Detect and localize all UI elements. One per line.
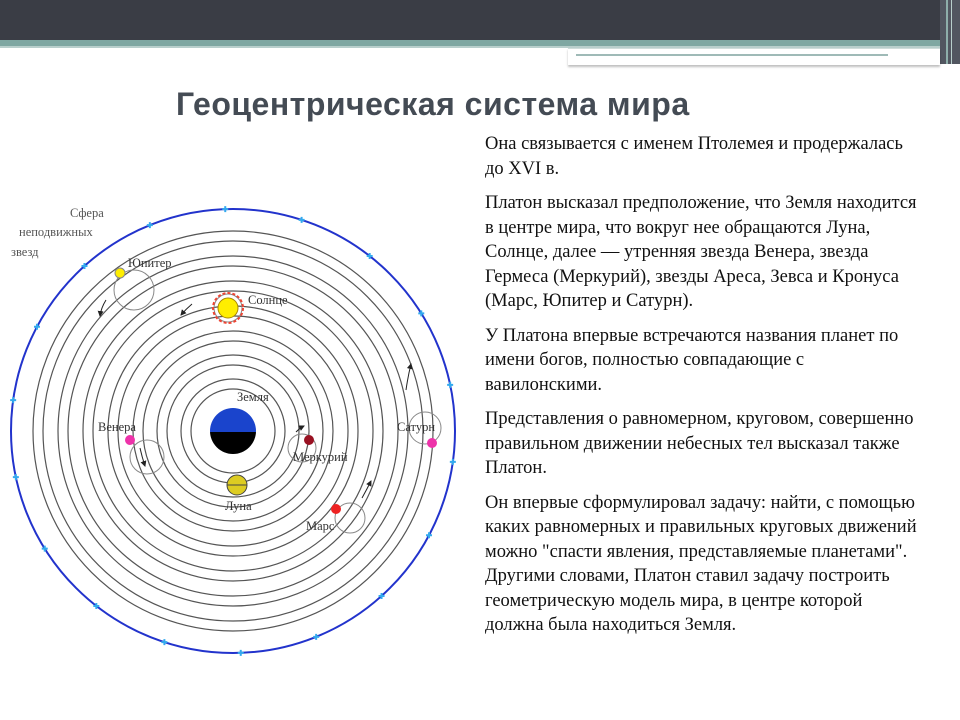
direction-arrow	[405, 363, 413, 391]
jupiter-label: Юпитер	[128, 256, 172, 270]
corner-decoration	[940, 0, 960, 64]
slide-body-text: Она связывается с именем Птолемея и прод…	[485, 132, 925, 648]
venus-label: Венера	[98, 420, 136, 434]
corner-decoration-line	[946, 0, 948, 64]
sun-label: Солнце	[248, 293, 288, 307]
geocentric-diagram: Сфера неподвижных звезд Юпитер Солнце Зе…	[10, 206, 456, 656]
star-marker	[237, 649, 244, 656]
corner-decoration-line	[951, 0, 952, 64]
paragraph: Платон высказал предположение, что Земля…	[485, 193, 917, 311]
star-marker	[161, 639, 168, 646]
sphere-label-line3: звезд	[11, 245, 39, 259]
header-decoration-shelf	[568, 48, 940, 65]
paragraph: Он впервые сформулировал задачу: найти, …	[485, 492, 917, 636]
star-marker	[222, 206, 229, 213]
earth-upper-half	[210, 408, 256, 432]
paragraph: У Платона впервые встречаются названия п…	[485, 325, 899, 395]
sun	[212, 292, 244, 324]
mars-dot	[331, 504, 341, 514]
mars-label: Марс	[306, 519, 335, 533]
jupiter-dot	[114, 267, 126, 279]
moon-label: Луна	[225, 499, 252, 513]
star-marker	[146, 222, 153, 229]
star-marker	[449, 458, 456, 465]
star-marker	[447, 381, 454, 388]
slide-title: Геоцентрическая система мира	[176, 86, 690, 122]
sphere-label-line2: неподвижных	[19, 225, 93, 239]
venus-dot	[125, 435, 135, 445]
direction-arrow	[139, 447, 147, 467]
saturn-label: Сатурн	[397, 420, 435, 434]
paragraph: Она связывается с именем Птолемея и прод…	[485, 134, 903, 179]
earth	[210, 408, 256, 454]
top-bar	[0, 0, 960, 44]
header-decoration-line	[576, 54, 888, 56]
moon	[226, 474, 248, 496]
star-marker	[313, 633, 320, 640]
mercury-dot	[304, 435, 314, 445]
sun-disk	[217, 297, 239, 319]
star-marker	[298, 216, 305, 223]
direction-arrow	[295, 425, 305, 433]
saturn-dot	[427, 438, 437, 448]
star-marker	[12, 474, 19, 481]
sphere-label-line1: Сфера	[70, 206, 104, 220]
paragraph: Представления о равномерном, круговом, с…	[485, 409, 914, 478]
star-marker	[10, 397, 17, 404]
earth-lower-half	[210, 432, 256, 454]
mercury-label: Меркурий	[293, 450, 348, 464]
earth-label: Земля	[237, 390, 269, 404]
